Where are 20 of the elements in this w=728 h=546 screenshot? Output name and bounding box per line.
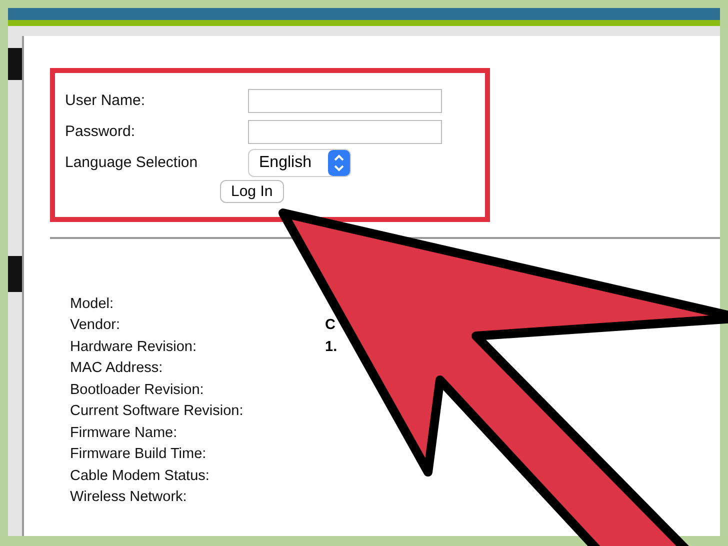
input-field[interactable] (248, 120, 442, 144)
info-value: C (325, 317, 336, 334)
chevron-icon (328, 150, 350, 176)
info-label: Bootloader Revision: (70, 382, 205, 398)
info-label: Cable Modem Status: (70, 468, 210, 484)
info-label: Current Software Revision: (70, 403, 244, 420)
field-label: Language Selection (65, 154, 199, 171)
info-label: Model: (70, 296, 115, 312)
language-select[interactable]: English (248, 148, 351, 176)
info-label: Wireless Network: (70, 489, 188, 506)
field-label: User Name: (65, 92, 146, 109)
info-label: Vendor: (70, 317, 121, 334)
info-label: Firmware Name: (70, 424, 178, 441)
info-label: Firmware Build Time: (70, 446, 208, 462)
login-button[interactable]: Log In (220, 180, 284, 203)
input-field[interactable] (248, 88, 442, 112)
field-label: Password: (65, 123, 136, 140)
info-label: Hardware Revision: (70, 338, 198, 355)
info-label: MAC Address: (70, 360, 164, 376)
info-value: 1. (325, 338, 338, 355)
